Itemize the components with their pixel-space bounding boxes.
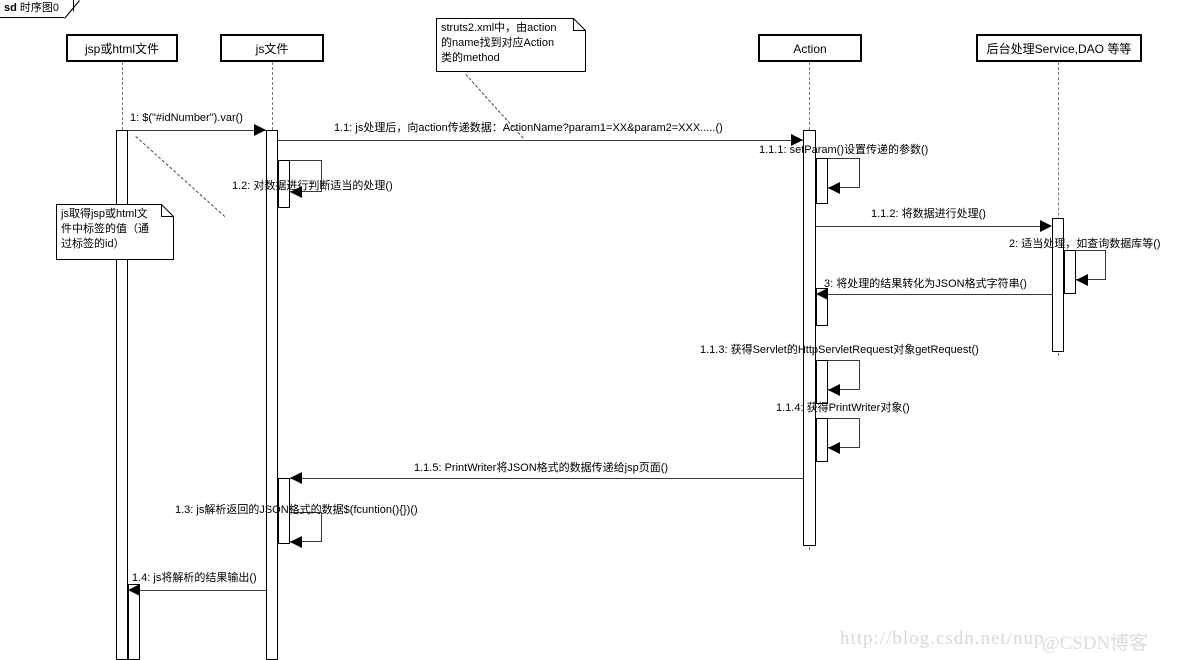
lifeline-head-jsp[interactable]: jsp或html文件: [66, 34, 178, 62]
message-line-1-1-2: [816, 226, 1040, 227]
message-line-1-1-5: [290, 478, 803, 479]
message-line-1: [128, 130, 266, 131]
lifeline-head-js[interactable]: js文件: [220, 34, 324, 62]
activation-js: [266, 130, 278, 660]
frame-tab: sd 时序图0: [0, 0, 75, 18]
message-label-1-1-3: 1.1.3: 获得Servlet的HttpServletRequest对象get…: [700, 344, 979, 356]
message-arrow-1-1-4: [828, 442, 840, 454]
watermark-brand: @CSDN博客: [1042, 633, 1149, 654]
note-js-text: js取得jsp或html文 件中标签的值（通 过标签的id）: [61, 208, 149, 250]
frame-keyword: sd: [4, 2, 17, 14]
message-label-3: 3: 将处理的结果转化为JSON格式字符串(): [824, 278, 1027, 290]
message-arrow-1-1-2: [1040, 220, 1052, 232]
message-label-1-4: 1.4: js将解析的结果输出(): [132, 572, 257, 584]
lifeline-label-js: js文件: [255, 42, 289, 56]
frame-name: 时序图0: [19, 2, 60, 14]
message-arrow-1-4: [128, 584, 140, 596]
message-arrow-1-3: [290, 536, 302, 548]
sequence-diagram-canvas: sd 时序图0 jsp或html文件 js文件 Action 后台处理Servi…: [0, 0, 1184, 660]
note-struts: struts2.xml中，由action 的name找到对应Action 类的m…: [436, 18, 586, 72]
message-label-1: 1: $("#idNumber").var(): [130, 112, 243, 124]
message-arrow-1-1-3: [828, 384, 840, 396]
message-label-1-1: 1.1: js处理后，向action传递数据：ActionName?param1…: [334, 122, 723, 134]
message-arrow-2: [1076, 274, 1088, 286]
lifeline-label-service: 后台处理Service,DAO 等等: [986, 42, 1132, 56]
note-js: js取得jsp或html文 件中标签的值（通 过标签的id）: [56, 204, 174, 260]
lifeline-label-jsp: jsp或html文件: [84, 42, 159, 56]
activation-action-nested-3: [816, 360, 828, 404]
note-struts-text: struts2.xml中，由action 的name找到对应Action 类的m…: [441, 22, 557, 64]
watermark-url: http://blog.csdn.net/nup: [840, 628, 1045, 649]
message-label-1-3: 1.3: js解析返回的JSON格式的数据$(fcuntion(){})(): [175, 504, 418, 516]
message-arrow-1: [254, 124, 266, 136]
lifeline-head-action[interactable]: Action: [758, 34, 862, 62]
message-arrow-1-1-1: [828, 182, 840, 194]
message-label-2: 2: 适当处理，如查询数据库等(): [1009, 238, 1161, 250]
message-label-1-1-5: 1.1.5: PrintWriter将JSON格式的数据传递给jsp页面(): [414, 462, 669, 474]
message-label-1-2: 1.2: 对数据进行判断适当的处理(): [232, 180, 393, 192]
activation-service-nested: [1064, 250, 1076, 294]
message-line-3: [816, 294, 1052, 295]
frame-tab-corner-icon: [64, 0, 80, 19]
message-label-1-1-1: 1.1.1: setParam()设置传递的参数(): [759, 144, 929, 156]
message-line-1-1: [278, 140, 803, 141]
activation-action: [803, 130, 816, 546]
activation-action-nested-1: [816, 158, 828, 204]
message-label-1-1-2: 1.1.2: 将数据进行处理(): [871, 208, 986, 220]
message-arrow-1-1-5: [290, 472, 302, 484]
message-label-1-1-4: 1.1.4: 获得PrintWriter对象(): [776, 402, 910, 414]
activation-action-nested-4: [816, 418, 828, 462]
message-line-1-4: [140, 590, 266, 591]
lifeline-label-action: Action: [793, 42, 827, 56]
lifeline-head-service[interactable]: 后台处理Service,DAO 等等: [976, 34, 1142, 62]
